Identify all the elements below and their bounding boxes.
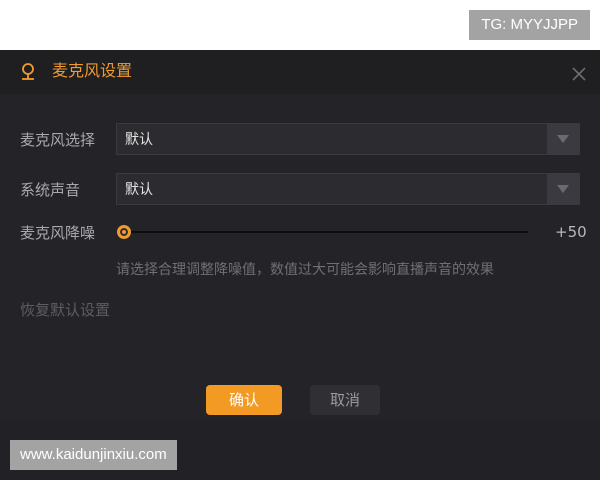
watermark-bottom: www.kaidunjinxiu.com — [10, 440, 177, 470]
noise-reduction-value: +50 — [555, 223, 587, 241]
watermark-top: TG: MYYJJPP — [469, 10, 590, 40]
confirm-button[interactable]: 确认 — [206, 385, 282, 415]
microphone-icon — [20, 62, 36, 82]
mic-select-dropdown[interactable]: 默认 — [116, 123, 580, 155]
microphone-settings-dialog: 麦克风设置 麦克风选择 默认 系统声音 默认 麦克风降噪 — [0, 50, 600, 480]
mic-select-value: 默认 — [125, 132, 153, 148]
system-sound-label: 系统声音 — [20, 181, 81, 199]
close-icon[interactable] — [572, 66, 586, 81]
cancel-button[interactable]: 取消 — [310, 385, 380, 415]
noise-reduction-slider-handle[interactable] — [117, 225, 131, 239]
system-sound-value: 默认 — [125, 182, 153, 198]
chevron-down-icon[interactable] — [547, 124, 579, 154]
mic-select-label: 麦克风选择 — [20, 131, 96, 149]
noise-reduction-slider-track[interactable] — [124, 231, 528, 233]
restore-defaults-link[interactable]: 恢复默认设置 — [20, 300, 110, 320]
chevron-down-icon[interactable] — [547, 174, 579, 204]
system-sound-dropdown[interactable]: 默认 — [116, 173, 580, 205]
noise-reduction-hint: 请选择合理调整降噪值，数值过大可能会影响直播声音的效果 — [116, 262, 494, 278]
dialog-titlebar: 麦克风设置 — [0, 50, 600, 94]
noise-reduction-label: 麦克风降噪 — [20, 224, 96, 242]
dialog-title: 麦克风设置 — [52, 61, 133, 80]
